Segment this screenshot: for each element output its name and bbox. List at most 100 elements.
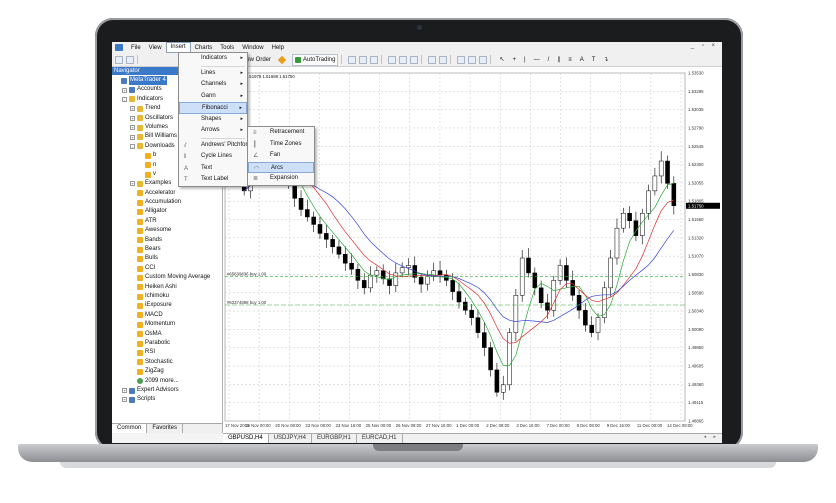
horizontal-line-icon[interactable]: — bbox=[531, 54, 543, 66]
tab-favorites[interactable]: Favorites bbox=[147, 424, 184, 433]
navigator-item[interactable]: Bands bbox=[112, 236, 222, 245]
expand-icon[interactable]: + bbox=[130, 106, 135, 112]
menu-item-cycle-lines[interactable]: ‖ Cycle Lines bbox=[179, 151, 247, 163]
menu-charts[interactable]: Charts bbox=[191, 43, 217, 53]
arrows-tool-icon[interactable]: ↴ bbox=[600, 54, 611, 66]
expand-icon[interactable]: + bbox=[130, 125, 135, 131]
window-controls[interactable]: _ ▫ × bbox=[691, 43, 718, 49]
line-chart-icon[interactable] bbox=[370, 55, 379, 64]
chart-tab-eurcad[interactable]: EURCAD,H1 bbox=[357, 434, 403, 443]
auto-scroll-icon[interactable] bbox=[439, 55, 448, 64]
menu-item-lines[interactable]: Lines ▸ bbox=[179, 68, 247, 80]
text-label-tool-icon[interactable]: T bbox=[589, 54, 599, 66]
menu-view[interactable]: View bbox=[145, 43, 166, 53]
bar-chart-icon[interactable] bbox=[348, 55, 357, 64]
navigator-item[interactable]: OsMA bbox=[112, 330, 222, 339]
menu-item-arrows[interactable]: Arrows ▸ bbox=[179, 125, 247, 137]
navigator-item-label: Bands bbox=[145, 236, 163, 243]
menu-item-time-zones[interactable]: ┃ Time Zones bbox=[248, 139, 314, 151]
navigator-item[interactable]: + Scripts bbox=[112, 395, 222, 404]
crosshair-icon[interactable]: + bbox=[510, 54, 520, 66]
menu-item-andrews-pitchfork[interactable]: ⫽ Andrews' Pitchfork bbox=[179, 140, 251, 152]
expand-icon[interactable]: + bbox=[130, 181, 135, 187]
retracement-icon: ≡ bbox=[253, 130, 257, 136]
collapse-icon[interactable]: - bbox=[130, 143, 135, 149]
menu-item-expansion[interactable]: ≣ Expansion bbox=[248, 173, 314, 185]
tile-windows-icon[interactable] bbox=[410, 55, 419, 64]
zoom-out-icon[interactable] bbox=[399, 55, 408, 64]
navigator-item[interactable]: Parabolic bbox=[112, 339, 222, 348]
metaeditor-button[interactable] bbox=[276, 54, 290, 66]
menu-item-text[interactable]: A Text bbox=[179, 163, 247, 175]
navigator-item[interactable]: CCI bbox=[112, 264, 222, 273]
menu-item-arcs[interactable]: ◠ Arcs bbox=[248, 161, 314, 173]
candlestick-icon[interactable] bbox=[359, 55, 368, 64]
navigator-item[interactable]: Alligator bbox=[112, 207, 222, 216]
navigator-item[interactable]: Momentum bbox=[112, 320, 222, 329]
vertical-line-icon[interactable]: | bbox=[521, 54, 529, 66]
menu-item-fan[interactable]: ∠ Fan bbox=[248, 150, 314, 162]
menu-item-retracement[interactable]: ≡ Retracement bbox=[248, 127, 314, 139]
expand-icon[interactable]: + bbox=[122, 397, 127, 403]
trendline-icon[interactable]: / bbox=[545, 54, 553, 66]
zoom-in-icon[interactable] bbox=[388, 55, 397, 64]
menu-item-text-label[interactable]: T Text Label bbox=[179, 174, 247, 186]
navigator-item[interactable]: Bears bbox=[112, 245, 222, 254]
templates-icon[interactable] bbox=[479, 55, 488, 64]
menu-item-indicators[interactable]: Indicators ▸ bbox=[179, 53, 247, 65]
indicator-icon bbox=[137, 368, 143, 375]
navigator-item[interactable]: Awesome bbox=[112, 226, 222, 235]
channel-icon[interactable]: ∥ bbox=[554, 54, 563, 66]
menu-item-channels[interactable]: Channels ▸ bbox=[179, 79, 247, 91]
navigator-item[interactable]: MACD bbox=[112, 311, 222, 320]
expand-icon[interactable]: + bbox=[130, 115, 135, 121]
collapse-icon[interactable]: - bbox=[122, 96, 127, 102]
chart-tab-usdjpy[interactable]: USDJPY,H4 bbox=[269, 434, 312, 443]
tab-common[interactable]: Common bbox=[112, 424, 148, 433]
indicator-icon bbox=[137, 237, 143, 244]
chart-shift-icon[interactable] bbox=[428, 55, 437, 64]
tab-scroll-arrows-icon[interactable]: ◂ ▸ bbox=[704, 434, 719, 440]
navigator-item[interactable]: Ichimoku bbox=[112, 292, 222, 301]
navigator-item-label: Trend bbox=[145, 105, 161, 112]
menu-item-fibonacci[interactable]: Fibonacci ▸ bbox=[179, 102, 247, 114]
navigator-item[interactable]: Bulls bbox=[112, 254, 222, 263]
navigator-item[interactable]: Stochastic bbox=[112, 358, 222, 367]
expand-icon[interactable]: + bbox=[122, 388, 127, 394]
navigator-item[interactable]: Heiken Ashi bbox=[112, 283, 222, 292]
menu-file[interactable]: File bbox=[127, 43, 145, 53]
navigator-item[interactable]: 2099 more... bbox=[112, 377, 222, 386]
periods-icon[interactable] bbox=[468, 55, 477, 64]
chart-canvas[interactable]: 1.53530 1.53285 1.53035 1.52790 1.52545 1.523… bbox=[223, 67, 722, 433]
laptop-notch bbox=[373, 444, 463, 451]
navigator-item-label: 2099 more... bbox=[145, 377, 179, 384]
new-chart-icon[interactable] bbox=[115, 55, 123, 64]
navigator-item[interactable]: ATR bbox=[112, 217, 222, 226]
candle-body bbox=[665, 160, 670, 184]
indicators-list-icon[interactable] bbox=[457, 55, 466, 64]
menu-item-shapes[interactable]: Shapes ▸ bbox=[179, 114, 247, 126]
profiles-icon[interactable] bbox=[126, 55, 134, 64]
navigator-item[interactable]: + Expert Advisors bbox=[112, 386, 222, 395]
navigator-item[interactable]: Custom Moving Average bbox=[112, 273, 222, 282]
expand-icon[interactable]: + bbox=[122, 87, 127, 93]
more-icon bbox=[137, 378, 143, 385]
navigator-item[interactable]: Accelerator bbox=[112, 189, 222, 198]
auto-trading-button[interactable]: AutoTrading bbox=[292, 53, 339, 66]
navigator-item[interactable]: iExposure bbox=[112, 301, 222, 310]
cursor-icon[interactable]: ↖ bbox=[496, 54, 507, 66]
menu-window[interactable]: Window bbox=[238, 43, 267, 53]
navigator-item[interactable]: ZigZag bbox=[112, 367, 222, 376]
menu-help[interactable]: Help bbox=[268, 43, 288, 53]
expand-icon[interactable]: + bbox=[130, 134, 135, 140]
price-chart[interactable]: 1.53530 1.53285 1.53035 1.52790 1.52545 1.523… bbox=[223, 67, 722, 433]
menu-tools[interactable]: Tools bbox=[216, 43, 238, 53]
chart-tab-gbpusd[interactable]: GBPUSD,H4 bbox=[223, 434, 269, 443]
navigator-item[interactable]: RSI bbox=[112, 348, 222, 357]
indicator-icon bbox=[137, 190, 143, 197]
navigator-item[interactable]: Accumulation bbox=[112, 198, 222, 207]
menu-item-gann[interactable]: Gann ▸ bbox=[179, 91, 247, 103]
fibo-icon[interactable]: ≡ bbox=[565, 54, 575, 66]
text-tool-icon[interactable]: A bbox=[577, 54, 587, 66]
chart-tab-eurgbp[interactable]: EURGBP,H1 bbox=[312, 434, 357, 443]
